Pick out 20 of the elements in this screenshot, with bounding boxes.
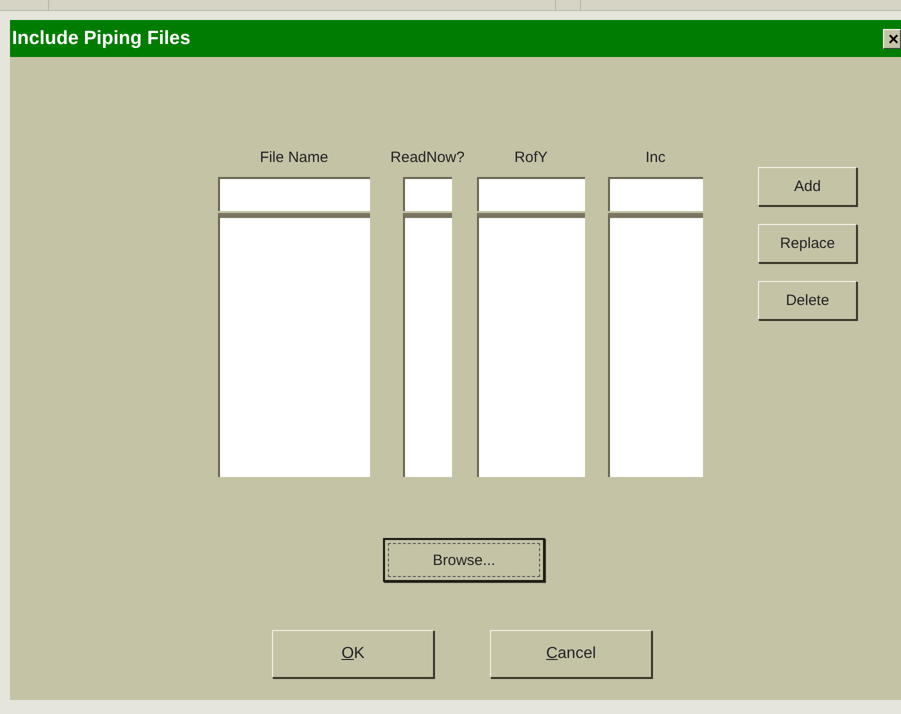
input-field[interactable]	[608, 177, 703, 211]
list-box[interactable]	[608, 213, 703, 477]
dialog-button[interactable]: Cancel	[490, 630, 652, 678]
list-box[interactable]	[477, 213, 585, 477]
action-button[interactable]: Add	[758, 167, 857, 206]
browse-button[interactable]: Browse...	[383, 538, 545, 582]
column-header: ReadNow?	[390, 149, 465, 168]
column-header: File Name	[260, 149, 328, 168]
column-header: Inc	[645, 149, 666, 168]
input-field[interactable]	[403, 177, 452, 211]
dialog-button[interactable]: OK	[272, 630, 434, 678]
column-header: RofY	[514, 149, 548, 168]
action-button[interactable]: Replace	[758, 224, 857, 263]
action-button[interactable]: Delete	[758, 281, 857, 320]
input-field[interactable]	[477, 177, 585, 211]
list-box[interactable]	[218, 213, 370, 477]
close-button[interactable]: ×	[883, 28, 901, 48]
input-field[interactable]	[218, 177, 370, 211]
list-box[interactable]	[403, 213, 452, 477]
window-title: Include Piping Files	[11, 28, 190, 50]
